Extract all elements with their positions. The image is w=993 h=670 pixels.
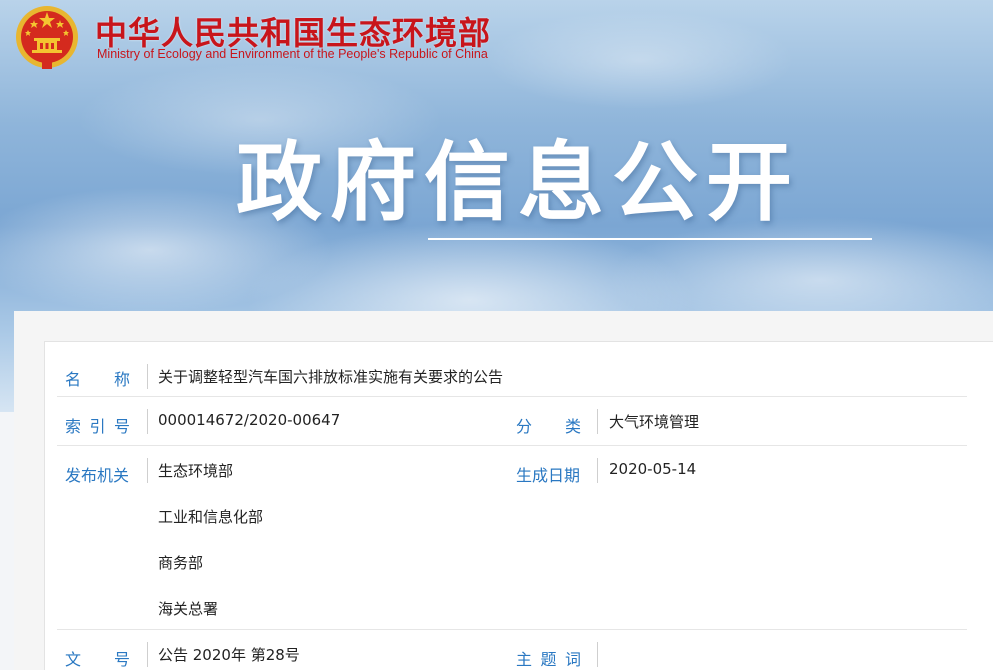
- label-char: 题: [540, 650, 557, 669]
- label-issuer: 发布机关: [65, 466, 130, 485]
- label-char: 词: [564, 650, 581, 669]
- row-divider: [597, 458, 598, 483]
- doc-no-value: 公告 2020年 第28号: [158, 646, 300, 664]
- label-char: 索: [65, 417, 82, 436]
- label-char: 号: [113, 417, 130, 436]
- banner-underline: [428, 238, 872, 240]
- row-issuer: 发布机关 生态环境部 工业和信息化部 商务部 海关总署 生成日期 2020-05…: [57, 446, 967, 630]
- label-char: 名: [65, 370, 82, 389]
- label-char: 号: [113, 650, 130, 669]
- row-divider: [147, 642, 148, 667]
- date-value: 2020-05-14: [609, 460, 697, 478]
- org-name-en[interactable]: Ministry of Ecology and Environment of t…: [97, 47, 488, 61]
- label-char: 文: [65, 650, 82, 669]
- issuer-item: 商务部: [158, 554, 204, 572]
- label-char: 称: [113, 370, 130, 389]
- banner-title: 政府信息公开: [236, 133, 800, 233]
- row-divider: [147, 364, 148, 389]
- issuer-item: 生态环境部: [158, 462, 234, 480]
- label-char: 引: [89, 417, 106, 436]
- national-emblem-icon[interactable]: [14, 4, 80, 72]
- content-area: 名 称 关于调整轻型汽车国六排放标准实施有关要求的公告 索 引 号 000014…: [14, 311, 993, 670]
- label-date: 生成日期: [516, 466, 581, 485]
- label-char: 主: [516, 650, 533, 669]
- row-divider: [597, 642, 598, 667]
- row-doc-no: 文 号 公告 2020年 第28号 主 题 词: [57, 630, 967, 670]
- label-doc-no: 文 号: [65, 646, 130, 670]
- info-table: 名 称 关于调整轻型汽车国六排放标准实施有关要求的公告 索 引 号 000014…: [44, 341, 993, 670]
- category-value: 大气环境管理: [609, 413, 700, 431]
- issuer-item: 工业和信息化部: [158, 508, 264, 526]
- label-name: 名 称: [65, 366, 130, 390]
- row-divider: [597, 409, 598, 434]
- row-divider: [147, 409, 148, 434]
- label-keywords: 主 题 词: [516, 646, 581, 670]
- row-index: 索 引 号 000014672/2020-00647 分 类 大气环境管理: [57, 397, 967, 446]
- page: 中华人民共和国生态环境部 Ministry of Ecology and Env…: [0, 0, 993, 670]
- label-category: 分 类: [516, 413, 581, 437]
- issuer-item: 海关总署: [158, 600, 219, 618]
- document-title: 关于调整轻型汽车国六排放标准实施有关要求的公告: [158, 368, 504, 386]
- label-index-no: 索 引 号: [65, 413, 130, 437]
- label-char: 分: [516, 417, 533, 436]
- index-no-value: 000014672/2020-00647: [158, 411, 341, 429]
- row-divider: [147, 458, 148, 483]
- row-name: 名 称 关于调整轻型汽车国六排放标准实施有关要求的公告: [57, 342, 967, 397]
- label-char: 类: [564, 417, 581, 436]
